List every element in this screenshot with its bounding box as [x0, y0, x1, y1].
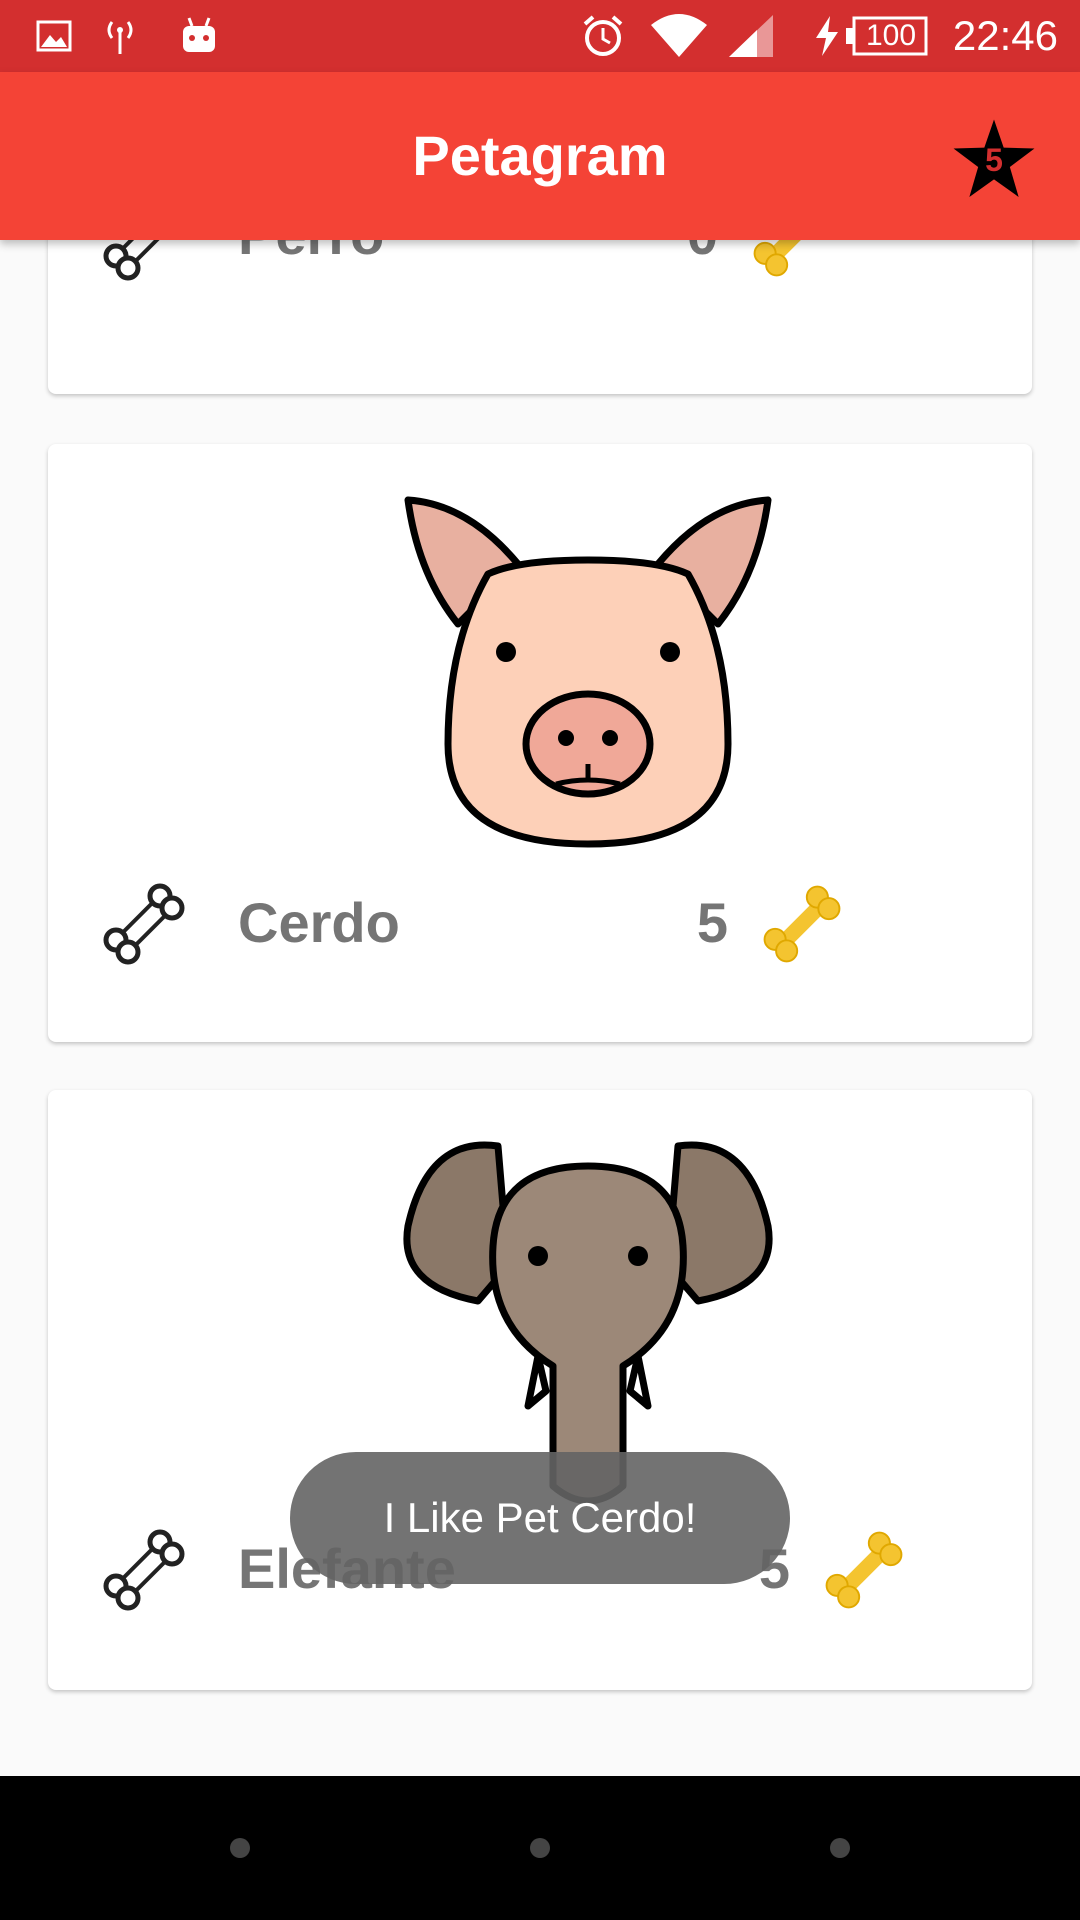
app-title: Petagram [412, 124, 668, 187]
pig-image [404, 496, 772, 848]
image-icon [34, 0, 74, 72]
like-bone-button[interactable] [94, 1520, 194, 1620]
favorites-button[interactable]: 5 [950, 116, 1038, 204]
charging-icon [812, 0, 842, 72]
like-count: 0 [618, 240, 718, 267]
app-bar: Petagram 5 [0, 72, 1080, 240]
pet-card-perro: Perro 0 [48, 240, 1032, 394]
status-bar: 100 22:46 [0, 0, 1080, 72]
gold-bone-icon [763, 885, 841, 963]
battery-level: 100 [865, 19, 917, 52]
android-icon [176, 0, 222, 72]
home-button[interactable] [530, 1838, 550, 1858]
toast-message: I Like Pet Cerdo! [290, 1452, 790, 1584]
recents-button[interactable] [830, 1838, 850, 1858]
wifi-icon [646, 0, 712, 72]
pet-name: Perro [238, 240, 384, 267]
navigation-bar [0, 1776, 1080, 1920]
pet-card-elefante: Elefante 5 [48, 1090, 1032, 1690]
back-button[interactable] [230, 1838, 250, 1858]
gold-bone-icon [825, 1531, 903, 1609]
pet-name: Cerdo [238, 891, 400, 954]
pet-card-cerdo: Cerdo 5 [48, 444, 1032, 1042]
alarm-icon [578, 0, 628, 72]
gold-bone-icon [753, 240, 801, 277]
battery-icon: 100 [846, 0, 928, 72]
like-count: 5 [696, 891, 728, 954]
broadcast-icon [100, 0, 140, 72]
like-bone-button[interactable] [94, 874, 194, 974]
favorites-count: 5 [985, 142, 1003, 178]
signal-icon [726, 0, 776, 72]
clock: 22:46 [952, 12, 1058, 59]
like-bone-button[interactable] [94, 240, 194, 290]
